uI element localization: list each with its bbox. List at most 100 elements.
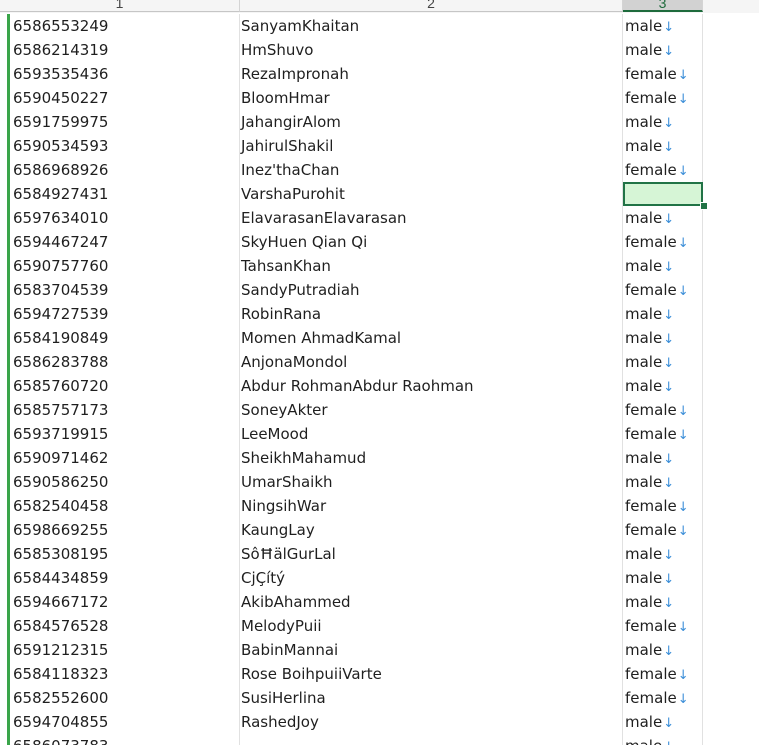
cell-id[interactable]: 6582540458 [8, 494, 240, 518]
cell-gender[interactable]: female↓ [623, 494, 703, 518]
cell-empty[interactable] [703, 110, 759, 134]
cell-gender[interactable]: male↓ [623, 110, 703, 134]
cell-empty[interactable] [703, 302, 759, 326]
cell-gender[interactable]: female↓ [623, 518, 703, 542]
cell-gender[interactable]: male↓ [623, 134, 703, 158]
cell-empty[interactable] [703, 446, 759, 470]
cell-id[interactable]: 6590450227 [8, 86, 240, 110]
cell-name[interactable]: MelodyPuii [240, 614, 623, 638]
cell-gender[interactable]: female↓ [623, 86, 703, 110]
cell-id[interactable]: 6586214319 [8, 38, 240, 62]
cell-empty[interactable] [703, 254, 759, 278]
cell-empty[interactable] [703, 614, 759, 638]
cell-name[interactable]: JahangirAlom [240, 110, 623, 134]
cell-id[interactable]: 6591759975 [8, 110, 240, 134]
cell-gender[interactable]: male↓ [623, 590, 703, 614]
cell-empty[interactable] [703, 206, 759, 230]
cell-gender[interactable]: male↓ [623, 566, 703, 590]
cell-name[interactable]: SkyHuen Qian Qi [240, 230, 623, 254]
cell-gender[interactable]: male↓ [623, 710, 703, 734]
cell-name[interactable]: LeeMood [240, 422, 623, 446]
column-header-3[interactable]: 3 [623, 0, 703, 12]
cell-empty[interactable] [703, 686, 759, 710]
cell-name[interactable]: Momen AhmadKamal [240, 326, 623, 350]
cell-gender[interactable]: male↓ [623, 470, 703, 494]
cell-empty[interactable] [703, 494, 759, 518]
cell-name[interactable]: Inez'thaChan [240, 158, 623, 182]
cell-gender[interactable]: female↓ [623, 686, 703, 710]
active-cell-highlight[interactable] [623, 182, 703, 206]
cell-empty[interactable] [703, 350, 759, 374]
cell-empty[interactable] [703, 374, 759, 398]
cell-name[interactable]: ElavarasanElavarasan [240, 206, 623, 230]
cell-id[interactable]: 6585757173 [8, 398, 240, 422]
cell-id[interactable]: 6586968926 [8, 158, 240, 182]
cell-empty[interactable] [703, 86, 759, 110]
cell-gender[interactable]: male↓ [623, 302, 703, 326]
cell-name[interactable]: SoneyAkter [240, 398, 623, 422]
cell-id[interactable]: 6584434859 [8, 566, 240, 590]
cell-name[interactable]: UmarShaikh [240, 470, 623, 494]
cell-name[interactable]: SusiHerlina [240, 686, 623, 710]
cell-gender[interactable]: male↓ [623, 326, 703, 350]
cell-empty[interactable] [703, 638, 759, 662]
cell-name[interactable]: SanyamKhaitan [240, 14, 623, 38]
cell-gender[interactable]: female↓ [623, 398, 703, 422]
cell-empty[interactable] [703, 398, 759, 422]
cell-name[interactable]: BabinMannai [240, 638, 623, 662]
cell-name[interactable]: SandyPutradiah [240, 278, 623, 302]
fill-handle[interactable] [700, 202, 708, 210]
cell-gender[interactable]: male↓ [623, 38, 703, 62]
cell-gender[interactable]: female↓ [623, 158, 703, 182]
cell-id[interactable]: 6586553249 [8, 14, 240, 38]
cell-name[interactable]: SheikhMahamud [240, 446, 623, 470]
cell-id[interactable]: 6597634010 [8, 206, 240, 230]
cell-empty[interactable] [703, 710, 759, 734]
cell-empty[interactable] [703, 422, 759, 446]
cell-gender[interactable]: male↓ [623, 254, 703, 278]
cell-gender[interactable]: female↓ [623, 62, 703, 86]
cell-name[interactable]: BloomHmar [240, 86, 623, 110]
cell-id[interactable]: 6598669255 [8, 518, 240, 542]
cell-name[interactable]: NingsihWar [240, 494, 623, 518]
cell-id[interactable]: 6585760720 [8, 374, 240, 398]
cell-empty[interactable] [703, 230, 759, 254]
cell-gender[interactable]: male↓ [623, 374, 703, 398]
cell-name[interactable]: RobinRana [240, 302, 623, 326]
cell-name[interactable]: SôĦälGurLal [240, 542, 623, 566]
cell-gender[interactable]: female↓ [623, 278, 703, 302]
cell-name[interactable]: AnjonaMondol [240, 350, 623, 374]
cell-empty[interactable] [703, 62, 759, 86]
cell-empty[interactable] [703, 158, 759, 182]
cell-id[interactable]: 6582552600 [8, 686, 240, 710]
cell-empty[interactable] [703, 542, 759, 566]
cell-id[interactable]: 6586073783 [8, 734, 240, 745]
cell-empty[interactable] [703, 470, 759, 494]
cell-gender[interactable]: male↓ [623, 14, 703, 38]
cell-gender[interactable]: female↓ [623, 422, 703, 446]
cell-empty[interactable] [703, 38, 759, 62]
cell-name[interactable] [240, 734, 623, 745]
cell-name[interactable]: RezaImpronah [240, 62, 623, 86]
cell-empty[interactable] [703, 134, 759, 158]
cell-id[interactable]: 6594467247 [8, 230, 240, 254]
cell-name[interactable]: HmShuvo [240, 38, 623, 62]
cell-empty[interactable] [703, 590, 759, 614]
cell-empty[interactable] [703, 182, 759, 206]
cell-name[interactable]: TahsanKhan [240, 254, 623, 278]
cell-id[interactable]: 6584190849 [8, 326, 240, 350]
cell-gender[interactable]: male↓ [623, 734, 703, 745]
cell-id[interactable]: 6591212315 [8, 638, 240, 662]
cell-id[interactable]: 6590534593 [8, 134, 240, 158]
column-header-1[interactable]: 1 [0, 0, 240, 12]
cell-id[interactable]: 6594667172 [8, 590, 240, 614]
cell-name[interactable]: RashedJoy [240, 710, 623, 734]
cell-name[interactable]: AkibAhammed [240, 590, 623, 614]
cell-id[interactable]: 6584118323 [8, 662, 240, 686]
cell-id[interactable]: 6583704539 [8, 278, 240, 302]
cell-name[interactable]: Rose BoihpuiiVarte [240, 662, 623, 686]
cell-empty[interactable] [703, 518, 759, 542]
cell-gender[interactable]: male↓ [623, 350, 703, 374]
cell-empty[interactable] [703, 662, 759, 686]
cell-gender[interactable]: female↓ [623, 662, 703, 686]
